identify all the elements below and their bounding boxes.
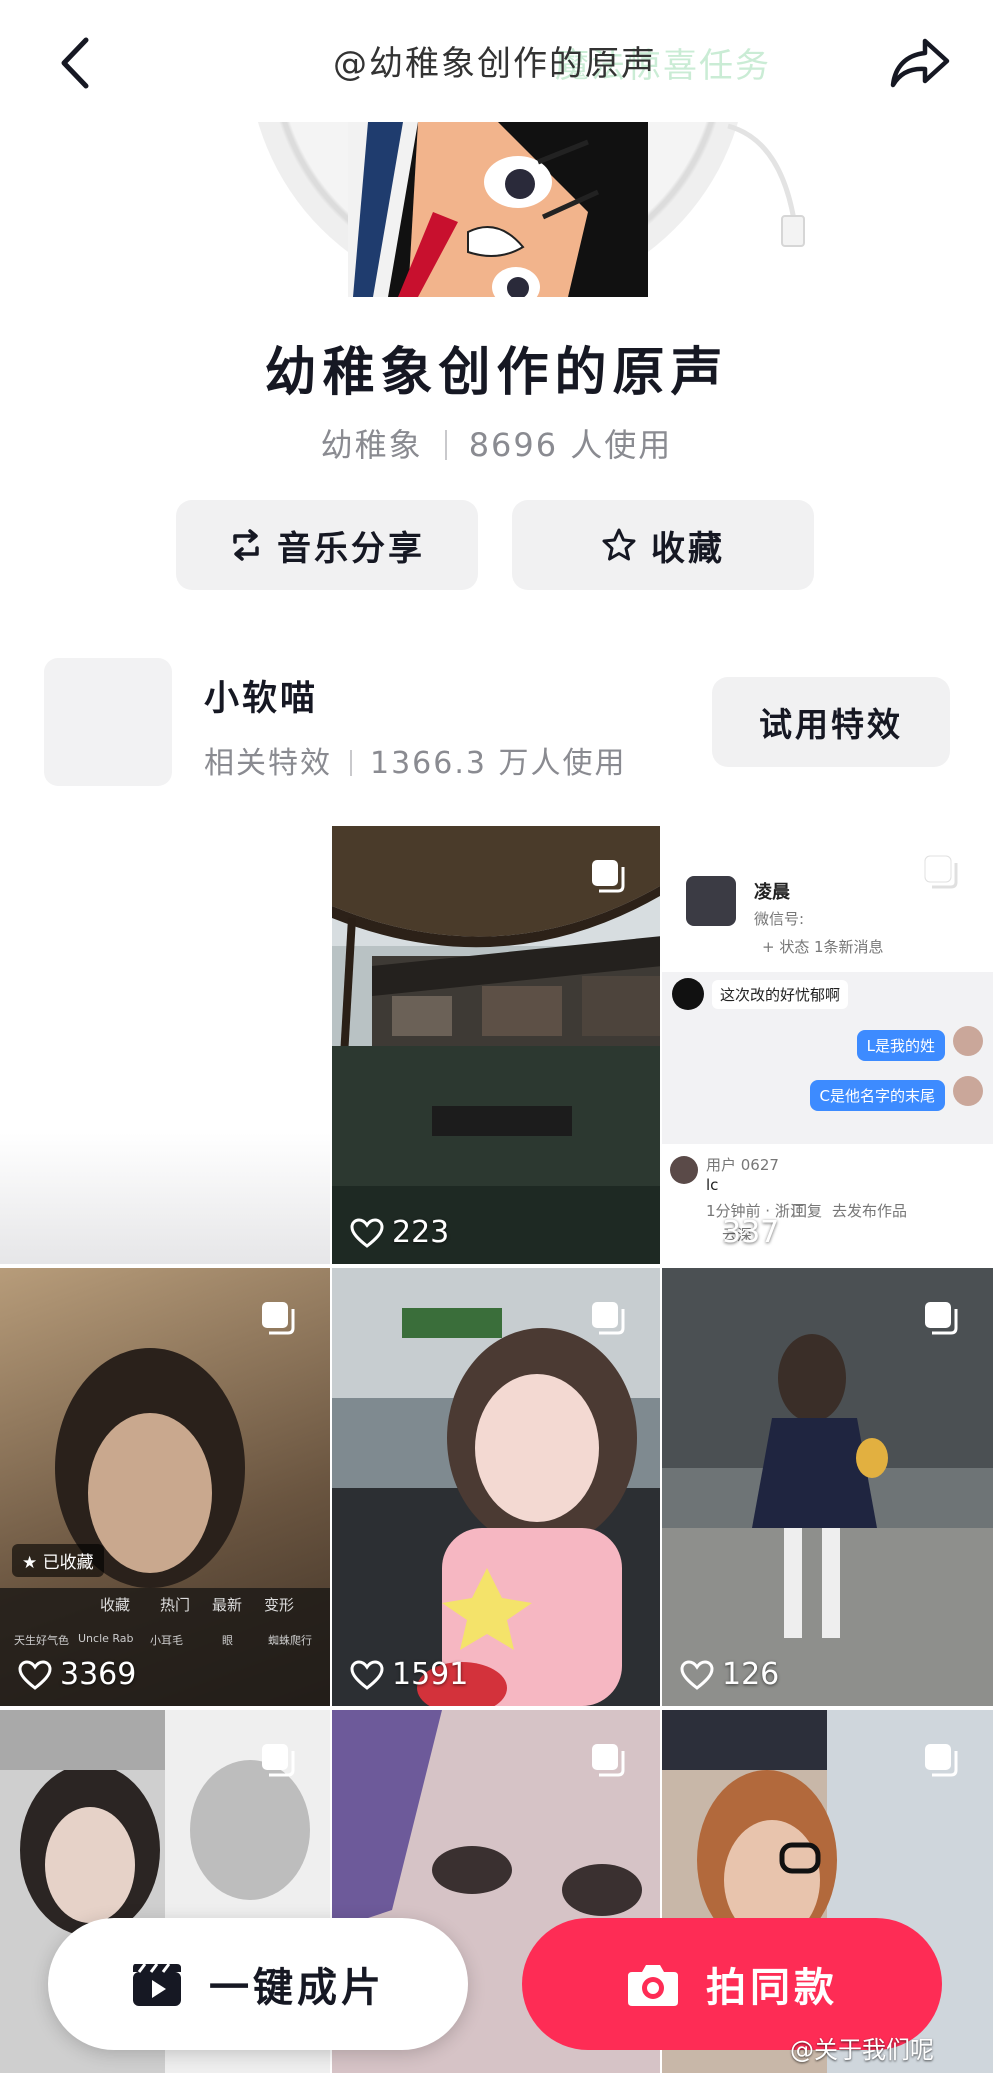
album-cover-image [348, 122, 648, 297]
video-tile[interactable]: 凌晨 微信号: + 状态 1条新消息 这次改的好忧郁啊 L是我的姓 C是他名字的… [662, 826, 993, 1264]
repost-icon [233, 529, 259, 561]
music-share-button[interactable]: 音乐分享 [176, 500, 478, 590]
effect-meta: 相关特效 1366.3 万人使用 [204, 738, 627, 782]
collect-label: 收藏 [651, 528, 725, 569]
shoot-same-label: 拍同款 [706, 1965, 838, 2011]
video-tile[interactable]: 126 [662, 1268, 993, 1706]
saved-badge: ★ 已收藏 [12, 1544, 104, 1577]
multi-image-icon [262, 1744, 295, 1777]
tonearm-graphic [727, 123, 805, 247]
multi-image-icon [592, 860, 625, 893]
like-count: 337 [680, 1215, 779, 1250]
heart-icon [680, 1659, 714, 1690]
multi-image-icon [925, 1302, 958, 1335]
collect-button[interactable]: 收藏 [512, 500, 814, 590]
like-count: 223 [350, 1215, 449, 1250]
share-arrow-icon [890, 38, 950, 88]
back-button[interactable] [40, 28, 110, 98]
one-click-create-label: 一键成片 [209, 1965, 385, 2011]
try-effect-button[interactable]: 试用特效 [712, 677, 950, 767]
heart-icon [18, 1659, 52, 1690]
like-count: 3369 [18, 1657, 136, 1692]
one-click-create-button[interactable]: 一键成片 [48, 1918, 468, 2050]
multi-image-icon [592, 1302, 625, 1335]
multi-image-icon [262, 1302, 295, 1335]
page-title: @幼稚象创作的原声 [333, 44, 657, 84]
like-count: 126 [680, 1657, 779, 1692]
music-author[interactable]: 幼稚象 [321, 426, 423, 464]
music-disc [248, 122, 748, 297]
video-tile[interactable]: 1591 [332, 1268, 660, 1706]
heart-icon [350, 1659, 384, 1690]
music-share-label: 音乐分享 [277, 528, 425, 569]
multi-image-icon [592, 1744, 625, 1777]
music-meta: 幼稚象 8696 人使用 [0, 420, 993, 466]
divider [350, 750, 352, 776]
video-tile[interactable]: ★ 已收藏 收藏 热门 最新 变形 天生好气色 Uncle Rab 小耳毛 眼 … [0, 1268, 330, 1706]
clapperboard-icon [133, 1963, 181, 2006]
chevron-left-icon [61, 37, 89, 89]
divider [444, 430, 447, 460]
video-tile[interactable] [0, 826, 330, 1264]
music-usage-count: 8696 人使用 [468, 426, 673, 464]
multi-image-icon [924, 855, 958, 889]
multi-image-icon [925, 1744, 958, 1777]
like-count: 1591 [350, 1657, 468, 1692]
chat-contact-name: 凌晨 [754, 882, 790, 903]
star-icon [602, 528, 636, 561]
effect-kind: 相关特效 [204, 746, 332, 781]
share-button[interactable] [880, 28, 960, 98]
effect-usage-count: 1366.3 万人使用 [370, 746, 627, 781]
video-tile[interactable]: 223 [332, 826, 660, 1264]
heart-icon [350, 1217, 384, 1248]
music-title: 幼稚象创作的原声 [264, 343, 729, 403]
heart-icon [680, 1217, 714, 1248]
watermark-text: @关于我们呢 [790, 2036, 934, 2064]
camera-icon [628, 1965, 678, 2006]
effect-name[interactable]: 小软喵 [204, 670, 318, 721]
effect-thumbnail[interactable] [44, 658, 172, 786]
